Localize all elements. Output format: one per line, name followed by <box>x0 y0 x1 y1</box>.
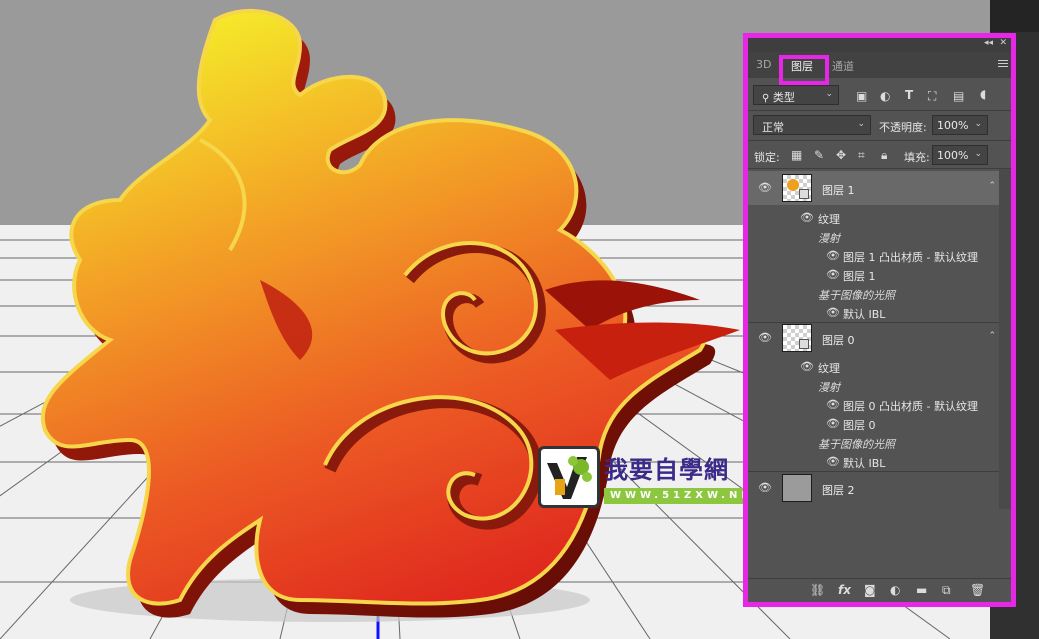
blend-mode-dropdown[interactable]: 正常 ⌄ <box>753 115 871 135</box>
texture-label: 纹理 <box>818 213 840 226</box>
lock-transparent-icon[interactable]: ▦ <box>791 148 802 162</box>
layer-name: 图层 2 <box>822 484 855 497</box>
visibility-eye-icon[interactable]: 👁︎ <box>826 268 840 281</box>
material-texture-label: 图层 1 凸出材质 - 默认纹理 <box>843 251 978 264</box>
fill-value: 100% <box>937 149 969 162</box>
tab-3d[interactable]: 3D <box>756 58 771 71</box>
texture-layer-label: 图层 1 <box>843 270 876 283</box>
chevron-up-icon[interactable]: ⌃ <box>988 181 996 191</box>
new-layer-icon[interactable]: ⧉ <box>942 583 951 598</box>
filter-kind-dropdown[interactable]: ⚲ 类型 ⌄ <box>753 85 839 105</box>
visibility-eye-icon[interactable]: 👁︎ <box>758 181 772 194</box>
layer-name: 图层 1 <box>822 184 855 197</box>
tab-channels[interactable]: 通道 <box>832 58 854 74</box>
layer-style-icon[interactable]: fx <box>838 583 851 597</box>
opacity-value: 100% <box>937 119 969 132</box>
smart-object-filter-icon[interactable]: ▤ <box>953 89 964 103</box>
visibility-eye-icon[interactable]: 👁︎ <box>826 306 840 319</box>
diffuse-label: 漫射 <box>818 381 840 394</box>
visibility-eye-icon[interactable]: 👁︎ <box>800 360 814 373</box>
ibl-label: 基于图像的光照 <box>818 438 895 451</box>
new-group-icon[interactable]: ▬ <box>916 583 927 597</box>
add-mask-icon[interactable]: ◙ <box>864 583 876 597</box>
lock-row: 锁定: ▦ ✎ ✥ ⌗ 🔒︎ 填充: 100% ⌄ <box>748 142 1011 168</box>
panel-titlebar: ◂◂ ✕ <box>748 38 1011 52</box>
chevron-down-icon: ⌄ <box>974 119 982 129</box>
ibl-default-label: 默认 IBL <box>843 308 886 321</box>
collapse-panel-icon[interactable]: ◂◂ <box>984 38 993 48</box>
watermark-title: 我要自學網 <box>604 456 729 484</box>
fill-field[interactable]: 100% ⌄ <box>932 145 988 165</box>
blend-mode-value: 正常 <box>762 121 784 134</box>
texture-label: 纹理 <box>818 362 840 375</box>
chevron-down-icon: ⌄ <box>974 149 982 159</box>
type-filter-icon[interactable]: T <box>905 88 913 102</box>
panel-tabs: 3D 图层 通道 <box>748 52 1011 85</box>
layer-row[interactable]: 👁︎ 图层 0 ⌃ <box>748 321 999 355</box>
visibility-eye-icon[interactable]: 👁︎ <box>800 211 814 224</box>
v-leaf-icon <box>547 456 592 499</box>
filter-kind-label: 类型 <box>772 91 795 104</box>
layers-scrollbar[interactable] <box>999 169 1011 509</box>
image-filter-icon[interactable]: ▣ <box>856 89 867 103</box>
watermark: 我要自學網 WWW.51ZXW.NET <box>538 446 778 508</box>
layer-row[interactable]: 👁︎ 图层 1 ⌃ <box>748 171 999 205</box>
blend-row: 正常 ⌄ 不透明度: 100% ⌄ <box>748 112 1011 138</box>
chevron-up-icon[interactable]: ⌃ <box>988 331 996 341</box>
adjustment-filter-icon[interactable]: ◐ <box>880 89 890 103</box>
lock-position-icon[interactable]: ✥ <box>836 148 846 162</box>
link-layers-icon[interactable]: ⛓ <box>810 583 825 597</box>
adjustment-layer-icon[interactable]: ◐ <box>890 583 900 597</box>
layer-name: 图层 0 <box>822 334 855 347</box>
ibl-default-label: 默认 IBL <box>843 457 886 470</box>
layer-row[interactable]: 👁︎ 图层 2 <box>748 471 999 505</box>
delete-layer-icon[interactable]: 🗑︎ <box>970 583 985 597</box>
opacity-label: 不透明度: <box>879 121 927 134</box>
visibility-eye-icon[interactable]: 👁︎ <box>826 249 840 262</box>
filter-toggle-icon[interactable]: ◖ <box>980 87 986 101</box>
panel-menu-icon[interactable] <box>998 60 1008 69</box>
layers-panel: ◂◂ ✕ 3D 图层 通道 ⚲ 类型 ⌄ ▣ ◐ T ⛶ ▤ ◖ 正常 ⌄ 不透… <box>743 33 1016 607</box>
layers-toolbar: ⛓ fx ◙ ◐ ▬ ⧉ 🗑︎ <box>748 578 1011 602</box>
watermark-logo <box>538 446 600 508</box>
lock-label: 锁定: <box>754 151 780 164</box>
visibility-eye-icon[interactable]: 👁︎ <box>758 331 772 344</box>
close-panel-icon[interactable]: ✕ <box>999 38 1007 48</box>
chevron-down-icon: ⌄ <box>857 119 865 129</box>
layer-thumbnail <box>782 174 812 202</box>
opacity-field[interactable]: 100% ⌄ <box>932 115 988 135</box>
fill-label: 填充: <box>904 151 930 164</box>
chevron-down-icon: ⌄ <box>825 89 833 99</box>
visibility-eye-icon[interactable]: 👁︎ <box>826 455 840 468</box>
layer-thumbnail <box>782 474 812 502</box>
layer-thumbnail <box>782 324 812 352</box>
texture-layer-label: 图层 0 <box>843 419 876 432</box>
ibl-label: 基于图像的光照 <box>818 289 895 302</box>
layers-list: 👁︎ 图层 1 ⌃ 👁︎ 纹理 漫射 👁︎ 图层 1 凸出材质 - 默认纹理 👁… <box>748 169 999 509</box>
lock-paint-icon[interactable]: ✎ <box>814 148 824 162</box>
visibility-eye-icon[interactable]: 👁︎ <box>758 481 772 494</box>
filter-row: ⚲ 类型 ⌄ ▣ ◐ T ⛶ ▤ ◖ <box>748 82 1011 108</box>
lock-artboard-icon[interactable]: ⌗ <box>858 148 865 162</box>
material-texture-label: 图层 0 凸出材质 - 默认纹理 <box>843 400 978 413</box>
search-icon: ⚲ <box>762 93 770 104</box>
lock-all-icon[interactable]: 🔒︎ <box>881 148 887 162</box>
diffuse-label: 漫射 <box>818 232 840 245</box>
tab-highlight-box <box>779 55 829 85</box>
shape-filter-icon[interactable]: ⛶ <box>928 89 936 103</box>
visibility-eye-icon[interactable]: 👁︎ <box>826 417 840 430</box>
visibility-eye-icon[interactable]: 👁︎ <box>826 398 840 411</box>
